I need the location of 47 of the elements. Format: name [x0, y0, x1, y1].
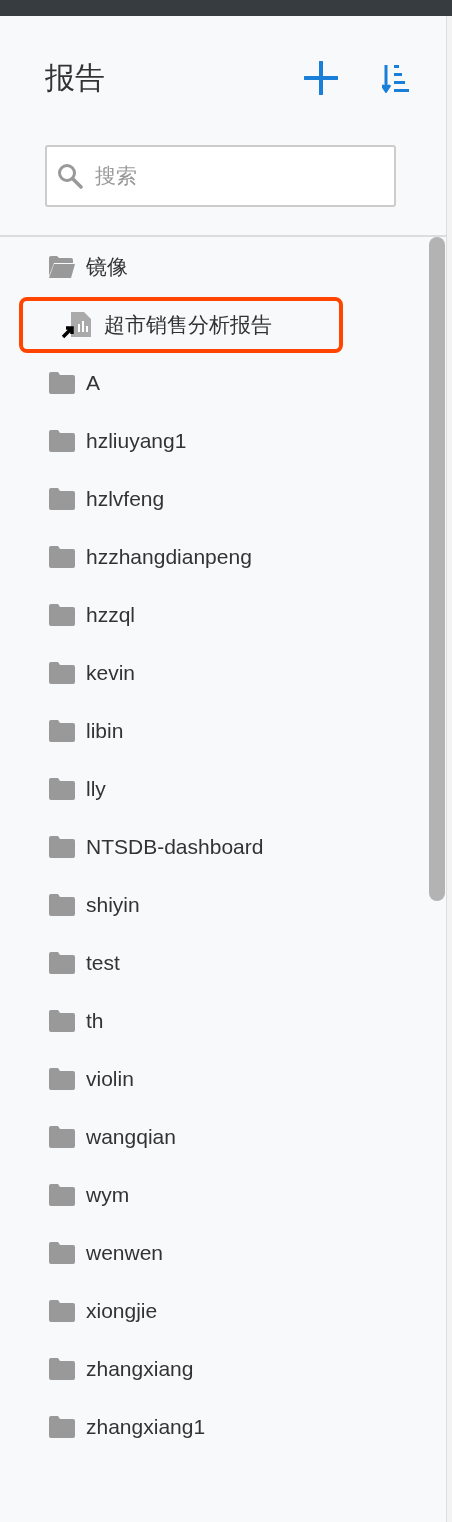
folder-icon — [49, 1242, 75, 1264]
folder-icon — [49, 488, 75, 510]
folder-item[interactable]: A — [19, 355, 343, 411]
folder-icon — [49, 778, 75, 800]
add-icon[interactable] — [304, 61, 338, 95]
folder-icon — [49, 1184, 75, 1206]
folder-icon — [49, 1068, 75, 1090]
folder-icon — [49, 1358, 75, 1380]
folder-item[interactable]: zhangxiang — [19, 1341, 343, 1397]
folder-icon — [49, 372, 75, 394]
folder-icon — [49, 546, 75, 568]
folder-item[interactable]: lly — [19, 761, 343, 817]
folder-item[interactable]: hzlvfeng — [19, 471, 343, 527]
folder-icon — [49, 894, 75, 916]
folder-item[interactable]: test — [19, 935, 343, 991]
folder-icon — [49, 1010, 75, 1032]
folder-icon — [49, 1416, 75, 1438]
folder-item[interactable]: hzliuyang1 — [19, 413, 343, 469]
folder-item[interactable]: kevin — [19, 645, 343, 701]
sort-icon[interactable] — [382, 63, 410, 93]
folder-icon — [49, 836, 75, 858]
report-item[interactable]: 超市销售分析报告 — [19, 297, 343, 353]
folder-icon — [49, 430, 75, 452]
folder-item[interactable]: wenwen — [19, 1225, 343, 1281]
folder-item[interactable]: wym — [19, 1167, 343, 1223]
folder-icon — [49, 952, 75, 974]
folder-icon — [49, 720, 75, 742]
search-field[interactable]: 搜索 — [45, 145, 396, 207]
folder-item[interactable]: 镜像 — [19, 239, 343, 295]
folder-item[interactable]: wangqian — [19, 1109, 343, 1165]
folder-item[interactable]: NTSDB-dashboard — [19, 819, 343, 875]
folder-icon — [49, 604, 75, 626]
folder-item[interactable]: zhangxiang1 — [19, 1399, 343, 1455]
open-folder-icon — [49, 256, 75, 278]
folder-item[interactable]: th — [19, 993, 343, 1049]
folder-item[interactable]: violin — [19, 1051, 343, 1107]
folder-item[interactable]: libin — [19, 703, 343, 759]
folder-item[interactable]: xiongjie — [19, 1283, 343, 1339]
folder-icon — [49, 1126, 75, 1148]
folder-item[interactable]: hzzhangdianpeng — [19, 529, 343, 585]
scrollbar[interactable] — [429, 237, 445, 901]
folder-item[interactable]: hzzql — [19, 587, 343, 643]
panel-title: 报告 — [45, 59, 106, 96]
folder-icon — [49, 1300, 75, 1322]
folder-icon — [49, 662, 75, 684]
folder-item[interactable]: shiyin — [19, 877, 343, 933]
report-shortcut-icon — [61, 311, 93, 339]
